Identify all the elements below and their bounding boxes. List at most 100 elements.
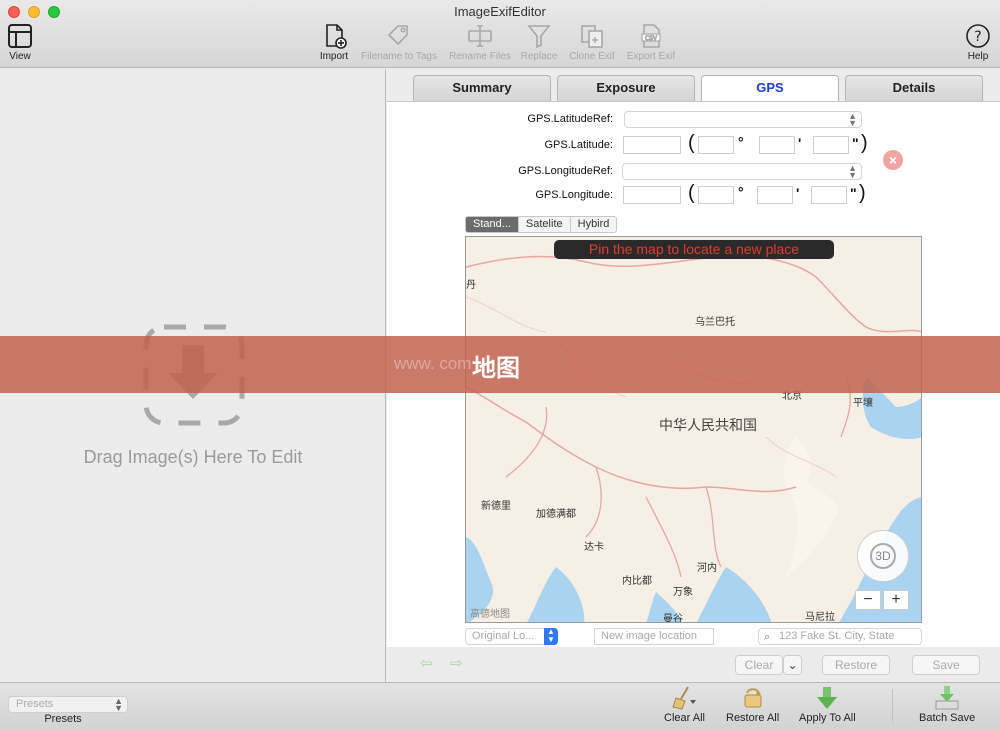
latitude-open-paren: ( — [688, 132, 695, 154]
search-icon: ⌕ — [764, 631, 771, 643]
save-button[interactable]: Save — [912, 655, 980, 675]
svg-text:CSV: CSV — [645, 35, 658, 42]
map-label-manila: 马尼拉 — [805, 612, 835, 623]
apply-to-all-button[interactable]: Apply To All — [799, 685, 856, 724]
batch-save-button[interactable]: Batch Save — [919, 685, 975, 724]
restore-all-button[interactable]: Restore All — [726, 685, 779, 724]
search-placeholder: 123 Fake St. City, State — [779, 630, 895, 642]
drop-instructions: Drag Image(s) Here To Edit — [83, 447, 303, 467]
restore-button[interactable]: Restore — [822, 655, 890, 675]
zoom-out-button[interactable]: − — [855, 590, 881, 610]
map-label-vientiane: 万象 — [673, 587, 693, 598]
latitude-degrees-input[interactable] — [698, 136, 734, 154]
map-compass[interactable]: 3D — [857, 530, 909, 582]
batch-save-label: Batch Save — [919, 712, 976, 724]
zoom-in-button[interactable]: + — [883, 590, 909, 610]
svg-text:?: ? — [974, 29, 981, 45]
apply-to-all-label: Apply To All — [799, 712, 856, 724]
latitude-decimal-input[interactable] — [623, 136, 681, 154]
longitude-minutes-input[interactable] — [757, 186, 793, 204]
map-label-pyongyang: 平壤 — [853, 398, 873, 409]
map-view[interactable]: Pin the map to locate a new place 丹 乌兰巴托… — [465, 236, 922, 623]
view-button[interactable]: View — [0, 22, 65, 62]
presets-select[interactable]: Presets ▲ ▼ — [8, 696, 128, 713]
view-label: View — [9, 51, 31, 62]
latitude-ref-label: GPS.LatitudeRef: — [527, 113, 613, 125]
latitude-second-symbol: " — [852, 135, 859, 151]
original-location-value: Original Lo... — [472, 630, 535, 642]
map-label-naypyidaw: 内比都 — [622, 576, 652, 587]
map-mode-hybrid[interactable]: Hybird — [570, 217, 617, 232]
select-chevron-icon: ▲ ▼ — [848, 111, 857, 128]
broom-icon — [672, 686, 697, 710]
clone-icon — [581, 25, 603, 48]
import-file-icon — [326, 24, 347, 49]
map-mode-satellite[interactable]: Satelite — [518, 217, 571, 232]
map-label-edge: 丹 — [466, 280, 476, 291]
map-mode-standard[interactable]: Stand... — [466, 217, 519, 232]
original-location-select[interactable]: Original Lo... ▲ ▼ — [465, 628, 558, 645]
previous-image-arrow-icon[interactable]: ⇦ — [420, 656, 438, 671]
tab-details[interactable]: Details — [845, 75, 983, 101]
bottom-bar: Presets ▲ ▼ Presets Clear All Restore All… — [0, 682, 1000, 729]
section-overlay-band: www. com 地图 — [0, 336, 1000, 393]
latitude-ref-select[interactable]: ▲ ▼ — [624, 111, 862, 128]
longitude-seconds-input[interactable] — [811, 186, 847, 204]
presets-select-value: Presets — [16, 698, 54, 710]
select-chevron-icon: ▲ ▼ — [848, 163, 857, 180]
location-search-input[interactable]: ⌕ 123 Fake St. City, State — [758, 628, 922, 645]
csv-file-icon: CSV — [641, 24, 661, 48]
editor-tabs: Summary Exposure GPS Details — [413, 75, 983, 102]
longitude-ref-label: GPS.LongitudeRef: — [518, 165, 613, 177]
tab-exposure[interactable]: Exposure — [557, 75, 695, 101]
longitude-minute-symbol: ' — [796, 185, 800, 201]
map-provider-logo: 高德地图 — [470, 609, 510, 620]
latitude-minute-symbol: ' — [798, 135, 802, 151]
new-location-field[interactable]: New image location — [594, 628, 714, 645]
restore-all-label: Restore All — [726, 712, 780, 724]
clear-gps-icon[interactable]: × — [883, 150, 903, 170]
map-label-ulaanbaatar: 乌兰巴托 — [695, 317, 735, 328]
longitude-decimal-input[interactable] — [623, 186, 681, 204]
latitude-seconds-input[interactable] — [813, 136, 849, 154]
filename-to-tags-button[interactable]: Filename to Tags — [354, 22, 444, 62]
apply-down-arrow-icon — [817, 687, 838, 709]
next-image-arrow-icon[interactable]: ⇨ — [450, 656, 468, 671]
map-zoom-controls: − + — [855, 590, 909, 610]
map-label-kathmandu: 加德满都 — [536, 509, 576, 520]
latitude-degree-symbol: ° — [738, 134, 744, 150]
help-icon: ? — [966, 24, 990, 48]
longitude-ref-select[interactable]: ▲ ▼ — [622, 163, 862, 180]
batch-save-tray-icon — [935, 686, 959, 710]
longitude-second-symbol: " — [850, 185, 857, 201]
window-title: ImageExifEditor — [454, 4, 546, 19]
overlay-label: 地图 — [472, 355, 520, 382]
rename-cursor-icon — [468, 25, 492, 47]
latitude-minutes-input[interactable] — [759, 136, 795, 154]
filename-to-tags-label: Filename to Tags — [361, 51, 437, 62]
map-label-hanoi: 河内 — [697, 563, 717, 574]
map-label-bangkok: 曼谷 — [663, 614, 683, 623]
export-exif-button[interactable]: CSV Export Exif — [606, 22, 696, 62]
help-button[interactable]: ? Help — [933, 22, 1000, 62]
clear-dropdown-chevron-icon[interactable]: ⌄ — [783, 655, 802, 675]
sidebar-view-icon — [8, 24, 32, 48]
tag-icon — [387, 25, 408, 46]
longitude-open-paren: ( — [688, 182, 695, 204]
presets-label: Presets — [44, 713, 82, 725]
help-label: Help — [967, 51, 989, 62]
map-3d-toggle[interactable]: 3D — [870, 543, 896, 569]
clear-all-button[interactable]: Clear All — [664, 685, 705, 724]
tab-gps[interactable]: GPS — [701, 75, 839, 102]
pin-map-banner: Pin the map to locate a new place — [554, 240, 834, 259]
longitude-degree-symbol: ° — [738, 184, 744, 200]
overlay-watermark: www. com — [394, 354, 472, 373]
clear-button[interactable]: Clear — [735, 655, 783, 675]
restore-arrows-icon — [744, 688, 762, 708]
tab-summary[interactable]: Summary — [413, 75, 551, 101]
longitude-close-paren: ) — [859, 182, 866, 204]
longitude-label: GPS.Longitude: — [535, 189, 613, 201]
toolbar: ImageExifEditor View Import Filename to … — [0, 0, 1000, 68]
longitude-degrees-input[interactable] — [698, 186, 734, 204]
latitude-label: GPS.Latitude: — [544, 139, 614, 151]
